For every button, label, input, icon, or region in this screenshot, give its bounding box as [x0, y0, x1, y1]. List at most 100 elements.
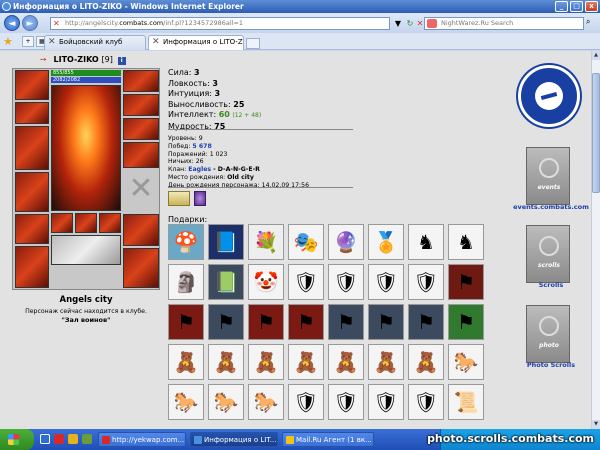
gift-shield[interactable]: 🛡 [328, 264, 364, 300]
search-input[interactable]: NightWarez.Ru Search [424, 17, 584, 30]
amulet-slot[interactable] [51, 235, 121, 265]
rocking-horse-icon: 🐎 [453, 350, 479, 374]
detail-level: Уровень: 9 [168, 135, 309, 143]
scrolls-banner[interactable]: scrolls [526, 225, 570, 283]
favorites-star-icon[interactable]: ★ [3, 35, 13, 48]
gift-rocking-horse[interactable]: 🐎 [248, 384, 284, 420]
window-title: Информация о LITO-ZIKO - Windows Interne… [13, 2, 244, 11]
gift-banner[interactable]: ⚑ [448, 264, 484, 300]
gift-crystal-ball[interactable]: 🔮 [328, 224, 364, 260]
gift-rocking-horse[interactable]: 🐎 [448, 344, 484, 380]
clan-link[interactable]: Eagles [188, 166, 211, 173]
photo-scrolls-link[interactable]: Photo Scrolls [506, 361, 591, 369]
orb-slot[interactable] [123, 214, 159, 246]
quick-launch-app-icon[interactable] [82, 434, 92, 444]
quick-launch-opera-icon[interactable] [54, 434, 64, 444]
pants-slot[interactable] [15, 246, 49, 288]
gift-teddy[interactable]: 🧸 [208, 344, 244, 380]
bracers-slot[interactable] [15, 102, 49, 124]
gift-book[interactable]: 📘 [208, 224, 244, 260]
gift-knight[interactable]: ♞ [448, 224, 484, 260]
detail-value[interactable]: 5 678 [192, 143, 211, 150]
ring-slot-2[interactable] [75, 213, 97, 233]
minimize-button[interactable]: _ [555, 1, 568, 12]
empty-shield-slot-icon[interactable]: ✕ [125, 169, 157, 209]
character-level: [9] [101, 55, 113, 64]
gift-banner[interactable]: ⚑ [288, 304, 324, 340]
quick-launch-ie-icon[interactable] [40, 434, 50, 444]
tab-character-info[interactable]: ✕ Информация о LITO-ZIKO [148, 35, 244, 50]
gift-tome[interactable]: 📗 [208, 264, 244, 300]
close-window-button[interactable]: x [585, 1, 598, 12]
gift-banner[interactable]: ⚑ [408, 304, 444, 340]
gift-shield[interactable]: 🛡 [408, 384, 444, 420]
gift-shield[interactable]: 🛡 [328, 384, 364, 420]
gift-banner[interactable]: ⚑ [168, 304, 204, 340]
gift-banner[interactable]: ⚑ [448, 304, 484, 340]
gift-shield[interactable]: 🛡 [288, 384, 324, 420]
gift-banner[interactable]: ⚑ [208, 304, 244, 340]
gift-jester[interactable]: 🤡 [248, 264, 284, 300]
armor-slot[interactable] [15, 172, 49, 212]
helmet-slot[interactable] [15, 70, 49, 100]
gift-mushroom[interactable]: 🍄 [168, 224, 204, 260]
necklace-slot[interactable] [123, 94, 159, 116]
gift-teddy[interactable]: 🧸 [328, 344, 364, 380]
gloves-slot[interactable] [123, 118, 159, 140]
scroll-badge-icon[interactable] [168, 191, 190, 206]
events-banner[interactable]: events [526, 147, 570, 205]
gift-jester-hat[interactable]: 🎭 [288, 224, 324, 260]
ring-slot-1[interactable] [51, 213, 73, 233]
photo-scrolls-banner[interactable]: photo [526, 305, 570, 363]
info-icon[interactable]: i [117, 57, 126, 65]
address-input[interactable]: ✕ http://angelscity.combats.com/inf.pl?1… [50, 17, 390, 30]
scrollbar-thumb[interactable] [592, 73, 600, 193]
taskbar-button-mail-agent[interactable]: Mail.Ru Агент (1 вк... [282, 432, 374, 447]
gift-scroll[interactable]: 📜 [448, 384, 484, 420]
gift-teddy[interactable]: 🧸 [248, 344, 284, 380]
address-dropdown-button[interactable]: ▼ [392, 17, 404, 30]
boots-slot[interactable] [123, 248, 159, 288]
gift-banner[interactable]: ⚑ [328, 304, 364, 340]
scrolls-link[interactable]: Scrolls [506, 281, 591, 289]
gift-teddy[interactable]: 🧸 [288, 344, 324, 380]
gift-shield[interactable]: 🛡 [408, 264, 444, 300]
combats-logo[interactable] [518, 65, 580, 127]
taskbar-button-yekwap[interactable]: http://yekwap.com... [98, 432, 186, 447]
quick-launch-folder-icon[interactable] [68, 434, 78, 444]
private-arrow-icon[interactable]: ➙ [40, 55, 47, 64]
weapon-slot[interactable] [15, 126, 49, 170]
gift-shield[interactable]: 🛡 [288, 264, 324, 300]
new-tab-button[interactable] [246, 38, 260, 49]
cloak-slot[interactable] [123, 142, 159, 168]
gift-medal[interactable]: 🏅 [368, 224, 404, 260]
gift-bouquet[interactable]: 💐 [248, 224, 284, 260]
gift-shield[interactable]: 🛡 [368, 264, 404, 300]
ring-slot-3[interactable] [99, 213, 121, 233]
back-button[interactable]: ◄ [4, 15, 20, 31]
gift-statue[interactable]: 🗿 [168, 264, 204, 300]
gift-teddy[interactable]: 🧸 [168, 344, 204, 380]
gift-rocking-horse[interactable]: 🐎 [208, 384, 244, 420]
forward-button[interactable]: ► [22, 15, 38, 31]
gift-rocking-horse[interactable]: 🐎 [168, 384, 204, 420]
gift-teddy[interactable]: 🧸 [368, 344, 404, 380]
tab-fight-club[interactable]: ✕ Бойцовский клуб [44, 35, 146, 50]
favorites-add-button[interactable]: + [22, 36, 34, 47]
start-button[interactable] [0, 429, 34, 450]
scroll-up-icon[interactable]: ▲ [592, 51, 600, 60]
gift-banner[interactable]: ⚑ [248, 304, 284, 340]
vertical-scrollbar[interactable]: ▲ ▼ [591, 51, 600, 429]
search-go-button[interactable]: ⌕ [586, 17, 590, 27]
earrings-slot[interactable] [123, 70, 159, 92]
gift-banner[interactable]: ⚑ [368, 304, 404, 340]
gift-shield[interactable]: 🛡 [368, 384, 404, 420]
belt-slot[interactable] [15, 214, 49, 244]
orb-badge-icon[interactable] [194, 191, 206, 206]
gift-teddy[interactable]: 🧸 [408, 344, 444, 380]
maximize-button[interactable]: □ [570, 1, 583, 12]
events-link[interactable]: events.combats.com [506, 203, 591, 211]
gift-knight[interactable]: ♞ [408, 224, 444, 260]
scroll-down-icon[interactable]: ▼ [592, 420, 600, 429]
taskbar-button-character-info[interactable]: Информация о LIT... [190, 432, 278, 447]
